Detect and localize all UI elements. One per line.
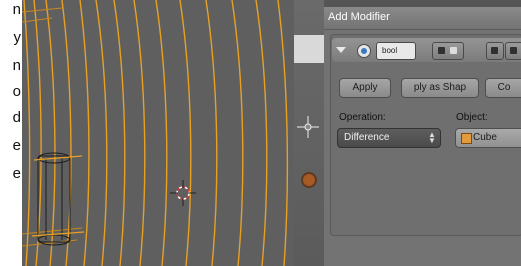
- operation-value: Difference: [344, 132, 390, 143]
- left-text-strip: n y n o d e e: [0, 0, 22, 266]
- cube-icon: [461, 133, 472, 144]
- strip-letter: d: [12, 109, 21, 126]
- 3d-viewport[interactable]: [22, 0, 294, 266]
- side-preview-strip: [294, 0, 324, 266]
- arrow-up-icon: [491, 47, 498, 54]
- arrow-down-icon: [510, 47, 517, 54]
- wireframe-mesh: [22, 0, 289, 266]
- object-value: Cube: [473, 132, 497, 143]
- strip-letter: n: [12, 57, 21, 74]
- realtime-icon: [450, 47, 457, 54]
- apply-button[interactable]: Apply: [339, 78, 391, 98]
- render-icon: [438, 47, 445, 54]
- move-down-button[interactable]: [505, 42, 521, 60]
- expand-triangle-icon[interactable]: [336, 47, 346, 53]
- dropdown-arrows-icon: ▲ ▼: [428, 130, 436, 145]
- preview-band: [294, 35, 324, 63]
- apply-as-shape-button[interactable]: ply as Shap: [401, 78, 479, 98]
- strip-letter: e: [12, 165, 21, 182]
- object-origin-icon: [303, 174, 315, 186]
- move-up-button[interactable]: [486, 42, 504, 60]
- operation-label: Operation:: [339, 112, 386, 123]
- add-modifier-label: Add Modifier: [328, 11, 390, 23]
- object-field[interactable]: Cube: [455, 128, 521, 148]
- object-label: Object:: [456, 112, 488, 123]
- panel-top-bar: [324, 0, 521, 7]
- strip-letter: e: [12, 137, 21, 154]
- boolean-modifier-icon: [357, 44, 371, 58]
- add-modifier-header[interactable]: Add Modifier: [324, 7, 521, 30]
- 3d-cursor-icon[interactable]: [170, 180, 196, 206]
- copy-button[interactable]: Co: [485, 78, 521, 98]
- transform-widget-icon: [297, 116, 319, 138]
- modifier-name-field[interactable]: bool: [376, 42, 416, 60]
- strip-letter: n: [12, 1, 21, 18]
- operation-dropdown[interactable]: Difference ▲ ▼: [337, 128, 441, 148]
- properties-panel: Add Modifier bool Apply ply as Shap Co O…: [324, 0, 521, 266]
- strip-letter: o: [12, 83, 21, 100]
- render-toggle-button[interactable]: [432, 42, 464, 60]
- strip-letter: y: [13, 29, 22, 46]
